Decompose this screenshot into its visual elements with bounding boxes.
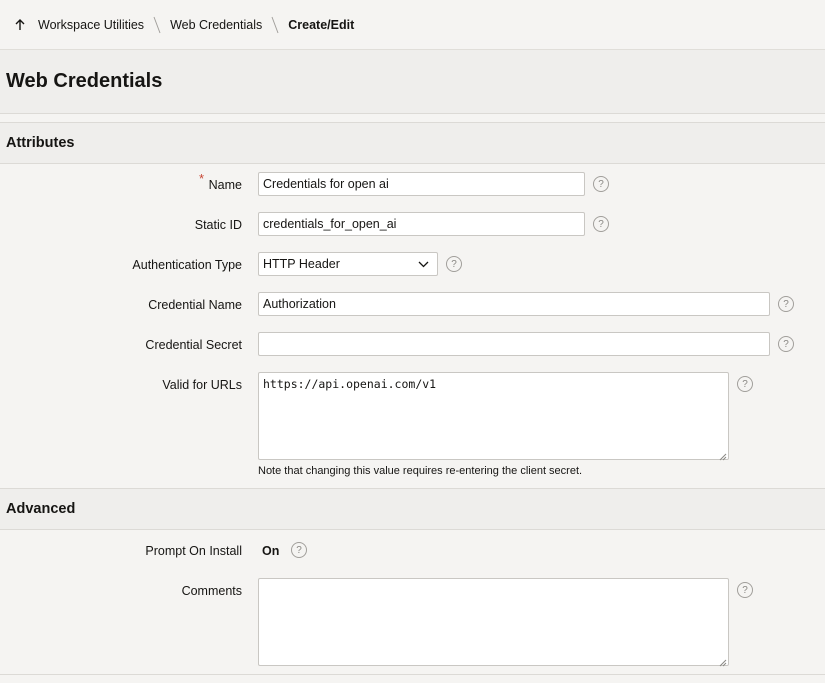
help-icon[interactable]: ?	[737, 582, 753, 598]
authentication-type-select[interactable]: HTTP Header	[258, 252, 438, 276]
attributes-region: * Name Credentials for open ai ? Static …	[0, 164, 825, 488]
advanced-region: Prompt On Install On ? Comments ?	[0, 530, 825, 683]
section-divider	[0, 674, 825, 675]
credential-name-input[interactable]: Authorization	[258, 292, 770, 316]
chevron-down-icon	[418, 257, 429, 271]
arrow-up-icon[interactable]	[14, 18, 26, 32]
static-id-input[interactable]: credentials_for_open_ai	[258, 212, 585, 236]
page-title: Web Credentials	[6, 70, 163, 92]
help-icon[interactable]: ?	[446, 256, 462, 272]
breadcrumb-separator-icon	[270, 16, 280, 34]
help-icon[interactable]: ?	[593, 216, 609, 232]
static-id-label: Static ID	[194, 218, 242, 232]
breadcrumb-web-credentials[interactable]: Web Credentials	[170, 18, 262, 32]
authentication-type-label: Authentication Type	[132, 258, 242, 272]
breadcrumb-separator-icon	[152, 16, 162, 34]
name-input[interactable]: Credentials for open ai	[258, 172, 585, 196]
required-indicator: *	[199, 171, 205, 186]
comments-label: Comments	[181, 584, 242, 598]
resize-handle-icon[interactable]	[719, 450, 727, 461]
resize-handle-icon[interactable]	[719, 656, 727, 667]
help-icon[interactable]: ?	[593, 176, 609, 192]
credential-name-label: Credential Name	[148, 298, 242, 312]
valid-for-urls-value: https://api.openai.com/v1	[263, 377, 437, 391]
comments-textarea[interactable]	[258, 578, 729, 667]
breadcrumb-workspace-utilities[interactable]: Workspace Utilities	[38, 18, 144, 32]
valid-for-urls-note: Note that changing this value requires r…	[258, 465, 583, 477]
valid-for-urls-label: Valid for URLs	[162, 378, 242, 392]
breadcrumb: Workspace Utilities Web Credentials Crea…	[0, 0, 825, 50]
help-icon[interactable]: ?	[778, 296, 794, 312]
credential-secret-label: Credential Secret	[145, 338, 242, 352]
valid-for-urls-textarea[interactable]: https://api.openai.com/v1	[258, 372, 729, 461]
prompt-on-install-label: Prompt On Install	[145, 544, 242, 558]
help-icon[interactable]: ?	[778, 336, 794, 352]
breadcrumb-current: Create/Edit	[288, 17, 355, 32]
prompt-on-install-value[interactable]: On	[262, 544, 279, 558]
name-label: Name	[208, 178, 242, 192]
section-header-advanced[interactable]: Advanced	[0, 488, 825, 530]
authentication-type-value: HTTP Header	[263, 257, 340, 271]
page-title-bar: Web Credentials	[0, 50, 825, 114]
section-header-attributes[interactable]: Attributes	[0, 122, 825, 164]
help-icon[interactable]: ?	[291, 542, 307, 558]
help-icon[interactable]: ?	[737, 376, 753, 392]
credential-secret-input[interactable]	[258, 332, 770, 356]
